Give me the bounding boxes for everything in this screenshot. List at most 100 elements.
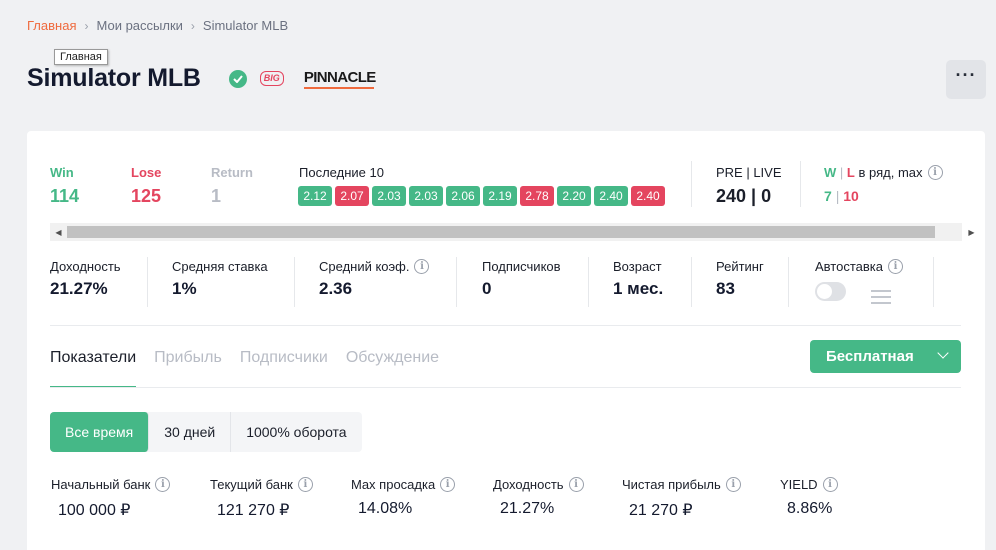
chevron-right-icon: › — [84, 18, 89, 33]
yield-bottom-label: Доходность — [493, 477, 564, 492]
verified-check-icon — [228, 69, 247, 88]
yield-value: 21.27% — [50, 279, 108, 298]
streak-stat: W | L в ряд, max i 7 | 10 — [824, 165, 943, 204]
last10-chip: 2.12 — [298, 186, 332, 206]
yield-bottom-stat: Доходность i 21.27% — [493, 477, 584, 518]
last10-chip: 2.03 — [409, 186, 443, 206]
yield-stat: Доходность 21.27% — [50, 259, 121, 299]
big-badge: BIG — [259, 71, 284, 86]
period-option-2[interactable]: 1000% оборота — [231, 412, 361, 452]
last10-chip: 2.40 — [594, 186, 628, 206]
avg-odds-value: 2.36 — [319, 279, 353, 298]
lose-value: 125 — [131, 186, 162, 206]
info-icon[interactable]: i — [927, 165, 943, 180]
avg-odds-label: Средний коэф. — [319, 259, 410, 274]
last10-chip: 2.19 — [483, 186, 517, 206]
info-icon[interactable]: i — [297, 477, 313, 492]
age-value: 1 мес. — [613, 279, 664, 298]
bookmaker-name: PINNACLE — [303, 68, 376, 86]
period-option-1[interactable]: 30 дней — [149, 412, 232, 452]
more-menu-button[interactable]: ··· — [946, 60, 986, 99]
breadcrumb-current: Simulator MLB — [202, 18, 289, 33]
autobet-label: Автоставка — [815, 259, 883, 274]
win-label: Win — [50, 165, 74, 180]
rating-label: Рейтинг — [716, 259, 764, 274]
info-icon[interactable]: i — [155, 477, 171, 492]
tab-0[interactable]: Показатели — [50, 341, 137, 388]
breadcrumb-home-link[interactable]: Главная — [27, 18, 76, 33]
info-icon[interactable]: i — [725, 477, 741, 492]
home-tooltip: Главная — [54, 49, 108, 65]
scroll-left-icon[interactable]: ◀ — [50, 223, 67, 241]
last10-label: Последние 10 — [299, 165, 384, 180]
current-bank-value: 121 270 ₽ — [217, 502, 290, 519]
last10-chip: 2.06 — [446, 186, 480, 206]
return-stat: Return 1 — [211, 165, 253, 207]
last10-chip: 2.20 — [557, 186, 591, 206]
top-stats: Win 114 Lose 125 Return 1 Последние 10 2… — [27, 161, 985, 215]
start-bank-value: 100 000 ₽ — [58, 502, 131, 519]
subscribers-label: Подписчиков — [482, 259, 561, 274]
chevron-down-icon — [937, 347, 949, 359]
plan-dropdown-button[interactable]: Бесплатная — [810, 340, 961, 373]
scrollbar-thumb[interactable] — [67, 226, 935, 238]
period-option-0[interactable]: Все время — [50, 412, 150, 452]
win-value: 114 — [50, 186, 80, 206]
rating-value: 83 — [716, 279, 735, 298]
list-icon[interactable] — [871, 289, 891, 306]
subscribers-stat: Подписчиков 0 — [482, 259, 561, 299]
last10-chip: 2.03 — [372, 186, 406, 206]
win-stat: Win 114 — [50, 165, 79, 207]
lose-label: Lose — [131, 165, 162, 180]
net-profit-label: Чистая прибыль — [622, 477, 721, 492]
yield-label: Доходность — [50, 259, 121, 274]
last10-chip: 2.78 — [520, 186, 554, 206]
last10-chip: 2.07 — [335, 186, 369, 206]
horizontal-scrollbar[interactable]: ◀ ▶ — [50, 223, 975, 241]
avg-stake-stat: Средняя ставка 1% — [172, 259, 268, 299]
prelive-stat: PRE | LIVE 240 | 0 — [716, 165, 782, 207]
lose-stat: Lose 125 — [131, 165, 161, 207]
tab-1[interactable]: Прибыль — [154, 341, 222, 389]
tabs: Показатели Прибыль Подписчики Обсуждение — [50, 341, 439, 389]
chevron-right-icon: › — [190, 18, 195, 33]
scroll-right-icon[interactable]: ▶ — [963, 223, 980, 241]
plan-label: Бесплатная — [826, 348, 914, 365]
age-stat: Возраст 1 мес. — [613, 259, 663, 299]
yield2-label: YIELD — [780, 477, 818, 492]
start-bank-stat: Начальный банк i 100 000 ₽ — [51, 477, 171, 520]
start-bank-label: Начальный банк — [51, 477, 151, 492]
rating-stat: Рейтинг 83 — [716, 259, 764, 299]
max-drawdown-stat: Max просадка i 14.08% — [351, 477, 456, 518]
breadcrumb-mailings-link[interactable]: Мои рассылки — [96, 18, 182, 33]
autobet-toggle[interactable] — [815, 282, 846, 301]
tab-3[interactable]: Обсуждение — [346, 341, 439, 389]
net-profit-value: 21 270 ₽ — [629, 502, 693, 519]
last10-chip: 2.40 — [631, 186, 665, 206]
subscribers-value: 0 — [482, 279, 492, 298]
avg-stake-label: Средняя ставка — [172, 259, 268, 274]
prelive-label: PRE | LIVE — [716, 165, 782, 180]
info-icon[interactable]: i — [440, 477, 456, 492]
tab-2[interactable]: Подписчики — [240, 341, 328, 389]
yield-bottom-value: 21.27% — [500, 500, 555, 517]
period-selector: Все время 30 дней 1000% оборота — [50, 412, 362, 452]
return-value: 1 — [211, 186, 222, 206]
yield2-value: 8.86% — [787, 500, 833, 517]
pinnacle-logo: PINNACLE — [303, 68, 376, 89]
title-row: Simulator MLB BIG PINNACLE — [27, 64, 376, 93]
page-title: Simulator MLB — [27, 64, 201, 92]
net-profit-stat: Чистая прибыль i 21 270 ₽ — [622, 477, 741, 520]
info-icon[interactable]: i — [887, 259, 903, 274]
yield2-stat: YIELD i 8.86% — [780, 477, 838, 518]
breadcrumb: Главная › Мои рассылки › Simulator MLB — [27, 18, 288, 33]
info-icon[interactable]: i — [414, 259, 430, 274]
avg-stake-value: 1% — [172, 279, 197, 298]
info-icon[interactable]: i — [822, 477, 838, 492]
info-icon[interactable]: i — [568, 477, 584, 492]
streak-value: 7 | 10 — [824, 188, 859, 204]
return-label: Return — [211, 165, 253, 180]
stats-card: Win 114 Lose 125 Return 1 Последние 10 2… — [27, 131, 985, 550]
prelive-value: 240 | 0 — [716, 186, 772, 206]
last10-chips: 2.12 2.07 2.03 2.03 2.06 2.19 2.78 2.20 2.40 2.40 — [298, 186, 665, 206]
